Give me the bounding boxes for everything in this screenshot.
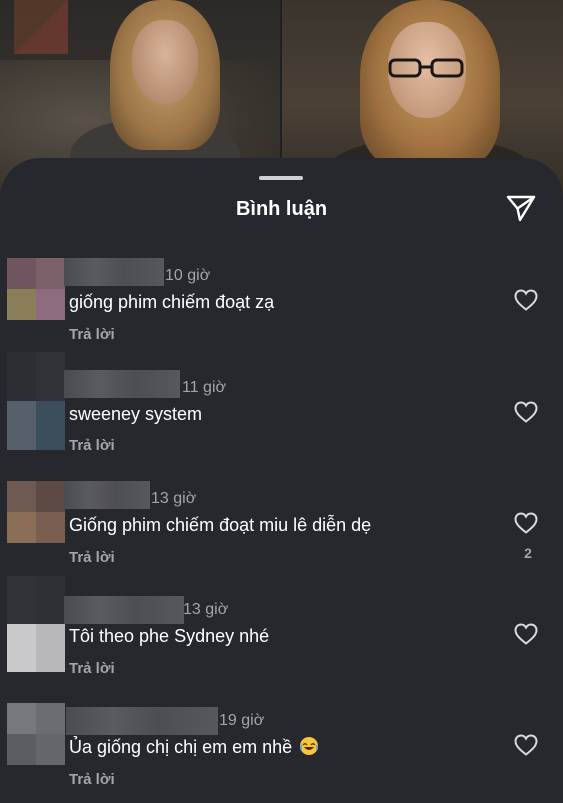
comment-text: Tôi theo phe Sydney nhé — [69, 626, 270, 646]
reply-button[interactable]: Trả lời — [69, 659, 115, 679]
username-blurred[interactable] — [64, 370, 180, 398]
sheet-title: Bình luận — [235, 198, 328, 220]
comment-text: Giống phim chiếm đoạt miu lê diễn dẹ — [69, 515, 372, 535]
reply-button[interactable]: Trả lời — [69, 325, 115, 345]
pixelated-region — [14, 0, 68, 54]
comment-item: 13 giờ Giống phim chiếm đoạt miu lê diễn… — [0, 481, 563, 581]
username-blurred[interactable] — [64, 481, 150, 509]
comment-time: 13 giờ — [183, 601, 229, 618]
comment-item: 19 giờ Ủa giống chị chị em em nhề Trả lờ… — [0, 703, 563, 803]
comment-text: giống phim chiếm đoạt zạ — [69, 292, 275, 312]
heart-outline-icon[interactable] — [513, 288, 539, 312]
drag-handle[interactable] — [259, 176, 303, 180]
username-blurred[interactable] — [66, 707, 218, 735]
paper-plane-icon[interactable] — [505, 193, 537, 223]
username-blurred[interactable] — [64, 596, 184, 624]
comment-time: 13 giờ — [151, 490, 197, 507]
comment-text-content: Ủa giống chị chị em em nhề — [69, 737, 293, 757]
comment-item: 11 giờ sweeney system Trả lời — [0, 352, 563, 470]
glasses — [388, 58, 464, 78]
avatar[interactable] — [7, 258, 65, 320]
username-blurred[interactable] — [64, 258, 164, 286]
heart-outline-icon[interactable] — [513, 400, 539, 424]
heart-outline-icon[interactable] — [513, 511, 539, 535]
reply-button[interactable]: Trả lời — [69, 770, 115, 790]
avatar[interactable] — [7, 703, 65, 765]
avatar[interactable] — [7, 576, 65, 672]
comment-item: 13 giờ Tôi theo phe Sydney nhé Trả lời — [0, 576, 563, 692]
person-left-face — [132, 20, 198, 104]
comment-time: 10 giờ — [165, 267, 211, 284]
like-count: 2 — [524, 545, 532, 561]
comment-text: Ủa giống chị chị em em nhề — [69, 735, 319, 759]
comment-time: 19 giờ — [219, 712, 265, 729]
avatar[interactable] — [7, 481, 65, 543]
reply-button[interactable]: Trả lời — [69, 548, 115, 568]
reply-button[interactable]: Trả lời — [69, 436, 115, 456]
avatar[interactable] — [7, 352, 65, 450]
comment-item: 10 giờ giống phim chiếm đoạt zạ Trả lời — [0, 258, 563, 358]
heart-outline-icon[interactable] — [513, 733, 539, 757]
comment-text: sweeney system — [69, 404, 203, 424]
heart-outline-icon[interactable] — [513, 622, 539, 646]
comment-time: 11 giờ — [182, 379, 226, 396]
laughing-emoji-icon — [300, 737, 319, 755]
